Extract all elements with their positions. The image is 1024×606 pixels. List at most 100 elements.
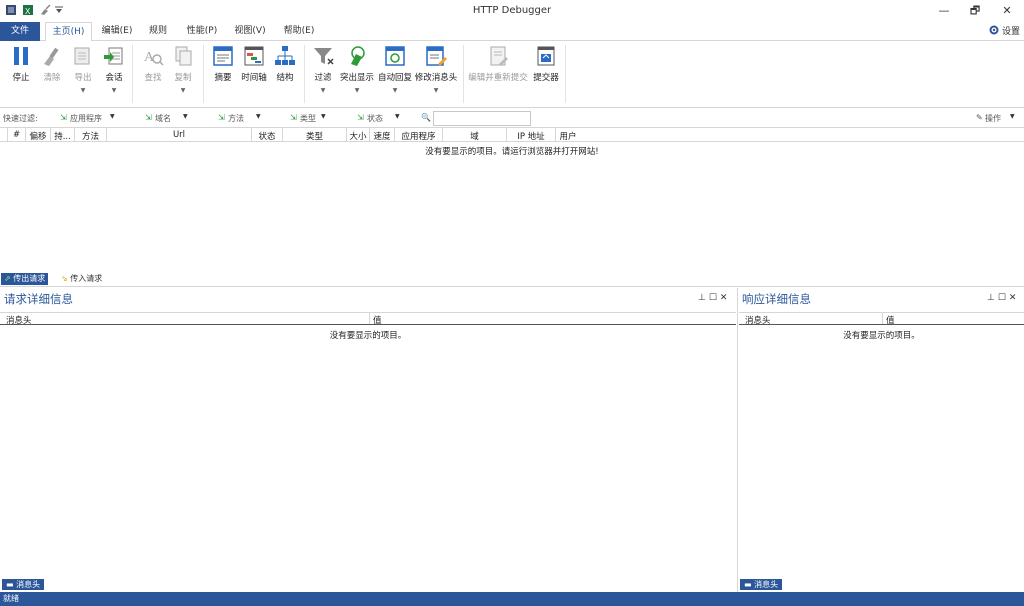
auto-reply-button[interactable]: 自动回复 ▼ — [377, 45, 413, 94]
submitter-button[interactable]: 提交器 — [530, 45, 562, 83]
pause-icon — [14, 47, 28, 65]
tab-view[interactable]: 视图(V) — [230, 22, 270, 41]
pin-icon[interactable]: ⊥ — [987, 293, 998, 303]
column-header-domain[interactable]: 域 — [443, 130, 506, 142]
edit-resubmit-button[interactable]: 编辑并重新提交 — [467, 45, 529, 83]
ribbon-separator — [565, 45, 566, 103]
chevron-down-icon[interactable]: ▼ — [110, 113, 115, 120]
status-text: 就绪 — [3, 594, 19, 603]
restore-button[interactable]: 🗗 — [967, 3, 983, 19]
column-header-application[interactable]: 应用程序 — [395, 130, 442, 142]
maximize-icon[interactable]: ☐ — [709, 293, 720, 303]
column-header-ip-address[interactable]: IP 地址 — [507, 130, 555, 142]
request-headers-tab[interactable]: ▬ 消息头 — [2, 579, 45, 590]
export-dropdown-icon[interactable]: ▼ — [67, 87, 99, 94]
column-header-method[interactable]: 方法 — [75, 130, 106, 142]
filter-funnel-icon: ⇲ — [357, 113, 364, 122]
column-header-name[interactable]: 消息头 — [6, 314, 32, 326]
column-header-duration[interactable]: 持... — [51, 130, 74, 142]
close-button[interactable]: ✕ — [999, 3, 1015, 19]
session-button[interactable]: 会话 ▼ — [98, 45, 130, 94]
copy-icon — [175, 46, 192, 66]
export-button[interactable]: 导出 ▼ — [67, 45, 99, 94]
find-button[interactable]: A 查找 — [137, 45, 169, 83]
structure-icon — [275, 46, 295, 65]
highlight-dropdown-icon[interactable]: ▼ — [339, 87, 375, 94]
session-label: 会话 — [105, 73, 123, 83]
structure-button[interactable]: 结构 — [269, 45, 301, 83]
chevron-down-icon[interactable]: ▼ — [256, 113, 261, 120]
settings-label: 设置 — [1001, 27, 1020, 37]
clear-button[interactable]: 清除 — [36, 45, 68, 83]
filter-method[interactable]: 方法 — [228, 113, 244, 124]
column-header-speed[interactable]: 速度 — [370, 130, 394, 142]
column-header-url[interactable]: Url — [107, 130, 251, 140]
window-title: HTTP Debugger — [472, 5, 552, 16]
highlight-button[interactable]: 突出显示 ▼ — [339, 45, 375, 94]
filter-button[interactable]: 过滤 ▼ — [307, 45, 339, 94]
tab-file[interactable]: 文件 — [0, 22, 40, 41]
tab-rules[interactable]: 规则 — [143, 22, 173, 41]
ribbon-tabs: 文件 主页(H) 编辑(E) 规则 性能(P) 视图(V) 帮助(E) 设置 — [0, 22, 1024, 42]
column-header-type[interactable]: 类型 — [283, 130, 346, 142]
column-header-offset[interactable]: 偏移 — [26, 130, 50, 142]
chevron-down-icon[interactable]: ▼ — [183, 113, 188, 120]
column-header-name[interactable]: 消息头 — [745, 314, 771, 326]
column-header-value[interactable]: 值 — [886, 314, 895, 326]
auto-reply-label: 自动回复 — [377, 73, 412, 83]
pin-icon[interactable]: ⊥ — [698, 293, 709, 303]
filter-domain[interactable]: 域名 — [155, 113, 171, 124]
column-header-number[interactable]: # — [8, 130, 25, 140]
tab-performance[interactable]: 性能(P) — [182, 22, 222, 41]
close-icon[interactable]: ✕ — [720, 293, 731, 303]
column-header-user[interactable]: 用户 — [556, 130, 580, 142]
summary-button[interactable]: 摘要 — [207, 45, 239, 83]
quick-filter-search-input[interactable] — [433, 111, 531, 126]
grid-empty-message: 没有要显示的项目。请运行浏览器并打开网站! — [425, 147, 599, 157]
actions-button[interactable]: 操作 — [985, 113, 1001, 124]
response-headers-tab[interactable]: ▬ 消息头 — [740, 579, 783, 590]
tab-incoming-requests[interactable]: ⇘ 传入请求 — [58, 273, 105, 285]
filter-application[interactable]: 应用程序 — [70, 113, 102, 124]
highlight-icon — [351, 46, 365, 66]
tab-edit[interactable]: 编辑(E) — [98, 22, 136, 41]
summary-label: 摘要 — [214, 73, 232, 83]
copy-button[interactable]: 复制 ▼ — [167, 45, 199, 94]
column-header-size[interactable]: 大小 — [347, 130, 369, 142]
tab-incoming-label: 传入请求 — [70, 274, 103, 283]
chevron-down-icon[interactable]: ▼ — [1010, 113, 1015, 120]
quick-filter-bar: 快速过滤: ⇲ 应用程序 ▼ ⇲ 域名 ▼ ⇲ 方法 ▼ ⇲ 类型 ▼ ⇲ 状态… — [0, 110, 1024, 127]
filter-type[interactable]: 类型 — [300, 113, 316, 124]
pane-splitter[interactable] — [0, 286, 1024, 287]
maximize-icon[interactable]: ☐ — [998, 293, 1009, 303]
close-icon[interactable]: ✕ — [1009, 293, 1020, 303]
minimize-button[interactable]: — — [936, 3, 952, 19]
chevron-down-icon[interactable]: ▼ — [395, 113, 400, 120]
column-header-status[interactable]: 状态 — [252, 130, 282, 142]
filter-status[interactable]: 状态 — [367, 113, 383, 124]
tab-home[interactable]: 主页(H) — [45, 22, 92, 42]
chevron-down-icon[interactable]: ▼ — [321, 113, 326, 120]
edit-header-button[interactable]: 修改消息头 ▼ — [414, 45, 458, 94]
settings-button[interactable]: 设置 — [989, 24, 1020, 37]
edit-header-label: 修改消息头 — [414, 73, 458, 83]
outgoing-arrow-icon: ⇗ — [4, 274, 11, 283]
filter-dropdown-icon[interactable]: ▼ — [307, 87, 339, 94]
stop-button[interactable]: 停止 — [5, 45, 37, 83]
title-bar: X HTTP Debugger — 🗗 ✕ — [0, 0, 1024, 22]
timeline-button[interactable]: 时间轴 — [238, 45, 270, 83]
copy-label: 复制 — [174, 73, 192, 83]
ribbon-separator — [203, 45, 204, 103]
auto-reply-dropdown-icon[interactable]: ▼ — [377, 87, 413, 94]
copy-dropdown-icon[interactable]: ▼ — [167, 87, 199, 94]
summary-icon — [213, 46, 233, 66]
edit-header-dropdown-icon[interactable]: ▼ — [414, 87, 458, 94]
request-headers-tab-label: 消息头 — [16, 580, 41, 589]
tab-help[interactable]: 帮助(E) — [279, 22, 319, 41]
panel-splitter[interactable] — [737, 288, 738, 592]
session-dropdown-icon[interactable]: ▼ — [98, 87, 130, 94]
column-header-value[interactable]: 值 — [373, 314, 382, 326]
stop-label: 停止 — [12, 73, 30, 83]
ribbon-separator — [463, 45, 464, 103]
tab-outgoing-requests[interactable]: ⇗ 传出请求 — [1, 273, 49, 285]
